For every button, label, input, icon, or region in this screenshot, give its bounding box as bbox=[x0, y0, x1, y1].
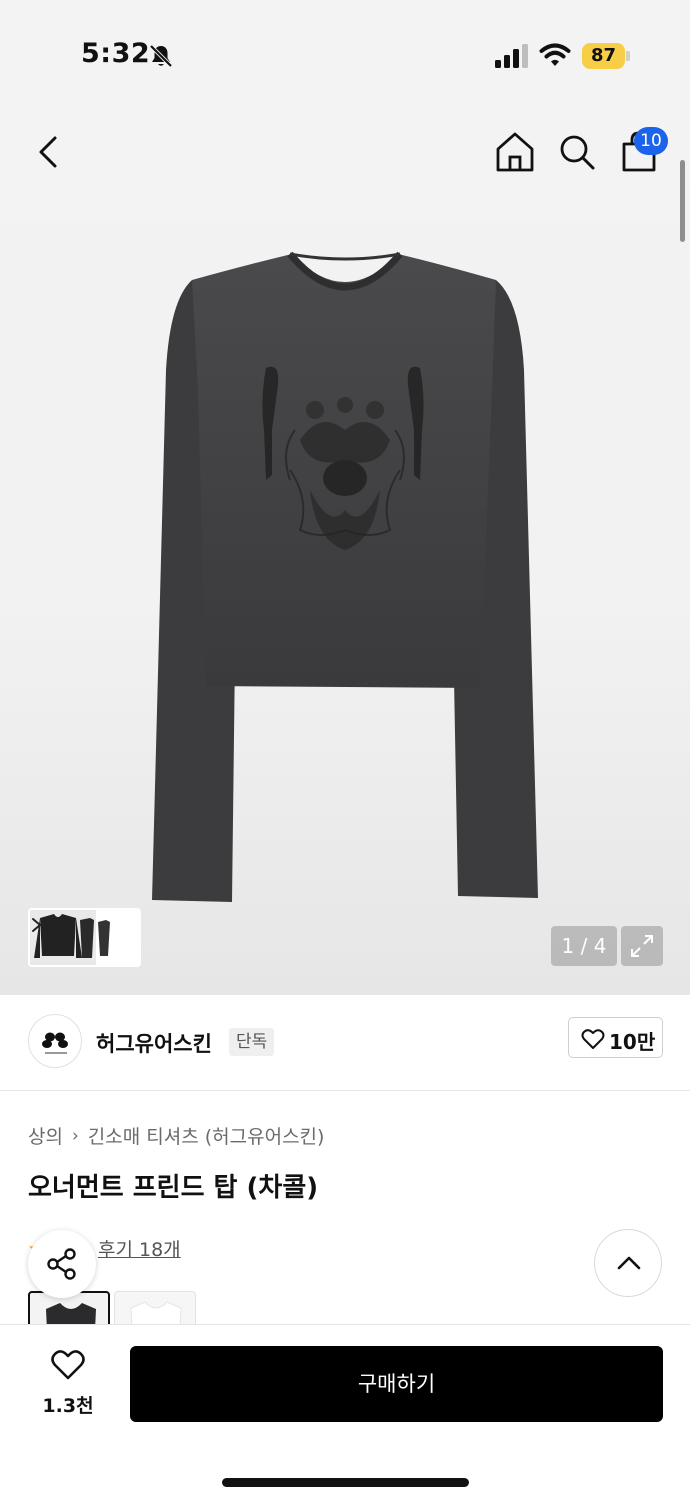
home-indicator bbox=[222, 1478, 469, 1487]
buy-button[interactable]: 구매하기 bbox=[130, 1346, 663, 1422]
product-like-button[interactable]: 1.3천 bbox=[30, 1347, 106, 1427]
brand-logo-mark bbox=[42, 1032, 68, 1054]
battery-cap bbox=[626, 51, 630, 61]
battery-indicator: 87 bbox=[582, 43, 630, 69]
share-icon bbox=[47, 1248, 76, 1280]
status-time: 5:32 bbox=[81, 38, 151, 69]
expand-icon bbox=[631, 935, 653, 957]
scroll-indicator bbox=[680, 160, 685, 242]
white-shirt-thumbnail bbox=[130, 1301, 182, 1325]
status-bar: 5:32 87 bbox=[0, 0, 690, 110]
breadcrumb: 상의 › 긴소매 티셔츠 (허그유어스킨) bbox=[28, 1122, 324, 1149]
heart-outline-icon bbox=[581, 1029, 605, 1049]
color-option-white[interactable] bbox=[114, 1291, 196, 1325]
product-image[interactable] bbox=[140, 240, 550, 910]
back-icon[interactable] bbox=[30, 130, 70, 174]
bottom-action-bar: 1.3천 구매하기 bbox=[0, 1324, 690, 1500]
exclusive-tag: 단독 bbox=[229, 1028, 275, 1056]
gallery-thumbnail-strip[interactable] bbox=[28, 908, 141, 967]
search-icon[interactable] bbox=[556, 130, 598, 174]
chevron-right-icon[interactable] bbox=[30, 910, 44, 940]
wifi-icon bbox=[539, 43, 571, 66]
home-icon[interactable] bbox=[494, 130, 536, 174]
brand-like-button[interactable]: 10만 bbox=[568, 1017, 663, 1058]
cellular-signal-icon bbox=[495, 44, 528, 68]
breadcrumb-category[interactable]: 상의 bbox=[28, 1122, 63, 1149]
brand-row: 허그유어스킨 단독 10만 bbox=[0, 995, 690, 1091]
share-button[interactable] bbox=[28, 1230, 96, 1298]
brand-like-count: 10만 bbox=[609, 1030, 656, 1054]
chevron-up-icon bbox=[617, 1256, 641, 1270]
review-count-link[interactable]: 후기 18개 bbox=[98, 1235, 181, 1262]
image-counter: 1 / 4 bbox=[551, 926, 617, 966]
product-title: 오너먼트 프린드 탑 (차콜) bbox=[28, 1173, 319, 1203]
brand-logo[interactable] bbox=[28, 1014, 82, 1068]
scroll-to-top-button[interactable] bbox=[594, 1229, 662, 1297]
top-navigation bbox=[0, 120, 690, 184]
breadcrumb-separator-icon: › bbox=[71, 1125, 79, 1146]
cart-count-badge: 10 bbox=[634, 127, 668, 155]
product-like-count: 1.3천 bbox=[42, 1395, 94, 1417]
charcoal-shirt-thumbnail bbox=[46, 1303, 96, 1325]
brand-name[interactable]: 허그유어스킨 bbox=[96, 1028, 212, 1058]
expand-image-button[interactable] bbox=[621, 926, 663, 966]
breadcrumb-subcategory[interactable]: 긴소매 티셔츠 (허그유어스킨) bbox=[88, 1122, 325, 1149]
bell-muted-icon bbox=[149, 44, 173, 68]
heart-outline-icon bbox=[51, 1350, 85, 1380]
battery-level: 87 bbox=[582, 43, 625, 69]
